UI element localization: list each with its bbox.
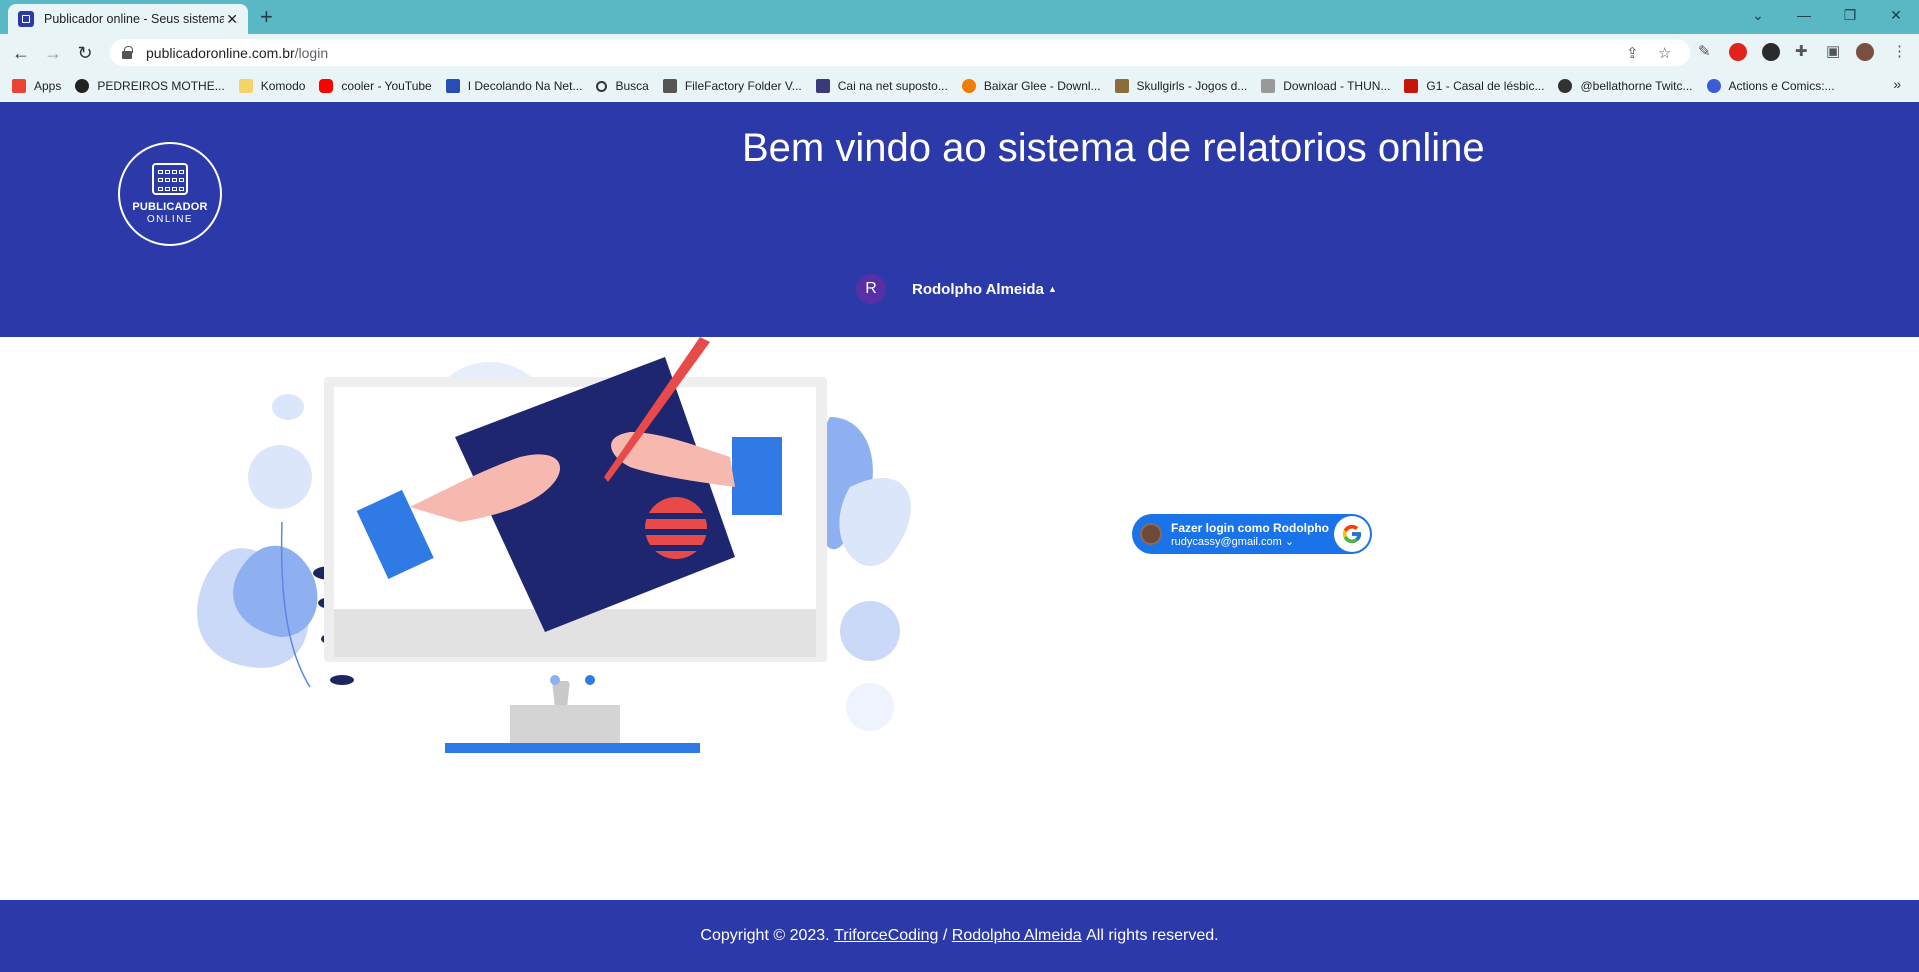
m-logo-icon [815, 79, 830, 93]
bookmark-item[interactable]: Busca [596, 79, 649, 93]
chevron-down-icon: ⌄ [1284, 535, 1295, 548]
triforcecoding-link[interactable]: TriforceCoding [834, 927, 938, 945]
bookmarks-overflow-icon[interactable]: » [1893, 76, 1901, 92]
forward-button[interactable]: → [40, 40, 66, 66]
download-icon [1261, 79, 1276, 93]
address-bar[interactable]: publicadoronline.com.br/login ⇪ ☆ [110, 39, 1690, 66]
back-button[interactable]: ← [8, 40, 34, 66]
site-header: PUBLICADOR ONLINE Bem vindo ao sistema d… [0, 102, 1919, 337]
apps-grid-icon [12, 79, 26, 93]
comic-icon [1706, 79, 1721, 93]
tab-close-icon[interactable]: ✕ [226, 11, 238, 28]
leaf-decoration-right [816, 417, 911, 731]
google-account-email: rudycassy@gmail.com ⌄ [1171, 535, 1295, 548]
address-url: publicadoronline.com.br/login [146, 44, 329, 61]
close-window-button[interactable]: ✕ [1873, 0, 1919, 30]
restore-button[interactable]: ❐ [1827, 0, 1873, 30]
logo-title: PUBLICADOR [132, 201, 208, 213]
youtube-icon [319, 79, 334, 93]
tab-title: Publicador online - Seus sistema [44, 12, 224, 26]
google-g-icon [1334, 516, 1370, 552]
reload-button[interactable]: ↻ [72, 40, 98, 66]
hero-illustration [197, 337, 911, 753]
bookmark-item[interactable]: Baixar Glee - Downl... [961, 79, 1101, 93]
footer-separator: / [942, 927, 948, 944]
bookmarks-bar: Apps PEDREIROS MOTHE... Komodo cooler - … [0, 70, 1919, 102]
browser-tab-active[interactable]: Publicador online - Seus sistema ✕ [8, 4, 248, 34]
browser-tabstrip: Publicador online - Seus sistema ✕ + ⌄ —… [0, 0, 1919, 34]
chart-logo-icon [961, 79, 976, 93]
google-login-button[interactable]: Fazer login como Rodolpho rudycassy@gmai… [1132, 514, 1372, 554]
browser-menu-icon[interactable]: ⋮ [1892, 42, 1907, 60]
logo-subtitle: ONLINE [146, 214, 194, 225]
bookmark-item[interactable]: Skullgirls - Jogos d... [1114, 79, 1247, 93]
badge-extension-icon[interactable] [1762, 43, 1780, 61]
bookmark-item[interactable]: Apps [12, 79, 61, 93]
rights-text: All rights reserved. [1086, 927, 1219, 944]
author-link[interactable]: Rodolpho Almeida [952, 927, 1082, 945]
profile-icon [1558, 79, 1573, 93]
copyright-text: Copyright © 2023. [700, 927, 830, 944]
publicador-logo: PUBLICADOR ONLINE [118, 142, 222, 246]
g1-logo-icon [1404, 79, 1419, 93]
calendar-icon [152, 163, 188, 195]
bookmark-item[interactable]: Komodo [238, 79, 305, 93]
google-login-label: Fazer login como Rodolpho [1171, 520, 1329, 535]
site-footer: Copyright © 2023. TriforceCoding / Rodol… [0, 900, 1919, 972]
user-menu[interactable]: R Rodolpho Almeida ▲ [856, 274, 1057, 304]
bookmark-item[interactable]: FileFactory Folder V... [662, 79, 802, 93]
site-favicon-icon [18, 11, 34, 27]
minimize-button[interactable]: — [1781, 0, 1827, 30]
search-icon [596, 80, 608, 92]
google-account-avatar [1140, 523, 1162, 545]
bookmark-item[interactable]: cooler - YouTube [319, 79, 432, 93]
profile-avatar-icon[interactable] [1856, 43, 1874, 61]
filefactory-icon [662, 79, 677, 93]
folder-icon [238, 79, 253, 93]
eyedropper-extension-icon[interactable]: ✎ [1698, 42, 1711, 60]
user-name: Rodolpho Almeida [912, 280, 1044, 298]
tab-search-chevron-icon[interactable]: ⌄ [1735, 0, 1781, 30]
extensions-puzzle-icon[interactable]: ✚ [1795, 42, 1808, 60]
bookmark-item[interactable]: Cai na net suposto... [815, 79, 948, 93]
s-logo-icon [445, 79, 460, 93]
bookmark-item[interactable]: Actions e Comics:... [1706, 79, 1835, 93]
t-logo-icon [1114, 79, 1129, 93]
share-icon[interactable]: ⇪ [1626, 44, 1639, 62]
opera-extension-icon[interactable] [1729, 43, 1747, 61]
side-panel-icon[interactable]: ▣ [1826, 42, 1840, 60]
page-title: Bem vindo ao sistema de relatorios onlin… [742, 126, 1485, 170]
browser-toolbar: ← → ↻ publicadoronline.com.br/login ⇪ ☆ … [0, 34, 1919, 70]
bookmark-item[interactable]: @bellathorne Twitc... [1558, 79, 1693, 93]
bookmark-item[interactable]: I Decolando Na Net... [445, 79, 582, 93]
new-tab-button[interactable]: + [260, 4, 273, 30]
bookmark-item[interactable]: PEDREIROS MOTHE... [75, 79, 225, 93]
caret-up-icon: ▲ [1047, 284, 1057, 294]
bookmark-item[interactable]: Download - THUN... [1261, 79, 1390, 93]
avatar: R [856, 274, 886, 304]
lock-icon [122, 45, 133, 59]
bookmark-star-icon[interactable]: ☆ [1658, 44, 1671, 62]
globe-icon [75, 79, 90, 93]
bookmark-item[interactable]: G1 - Casal de lésbic... [1404, 79, 1544, 93]
